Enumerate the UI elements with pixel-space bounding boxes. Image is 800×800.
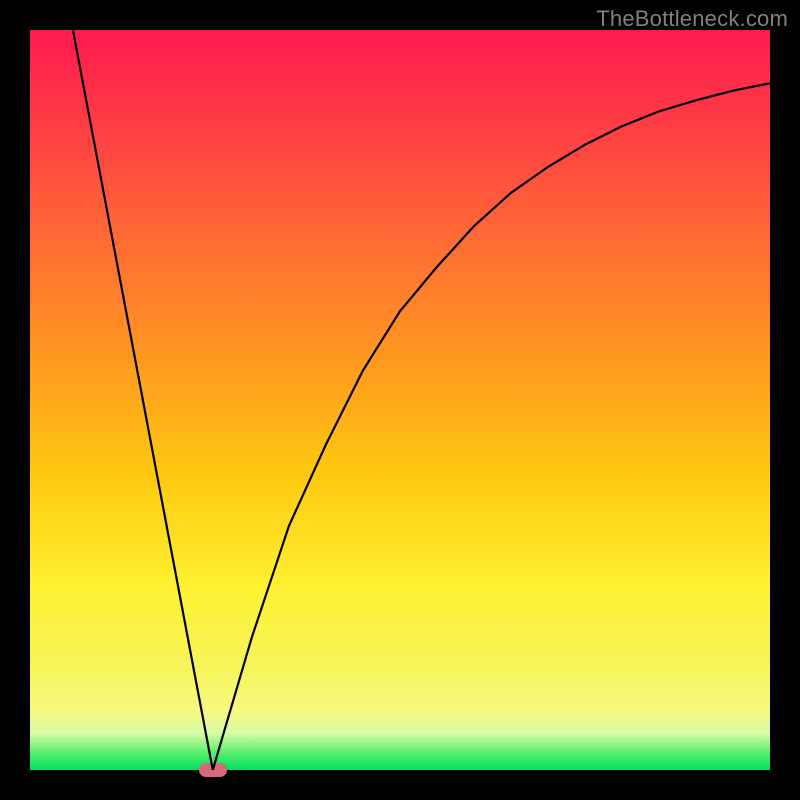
min-marker: [199, 763, 227, 777]
watermark-text: TheBottleneck.com: [596, 6, 788, 32]
curve-left-leg: [73, 30, 213, 770]
curve-layer: [30, 30, 770, 770]
chart-frame: TheBottleneck.com: [0, 0, 800, 800]
plot-area: [30, 30, 770, 770]
curve-right-leg: [213, 83, 770, 770]
